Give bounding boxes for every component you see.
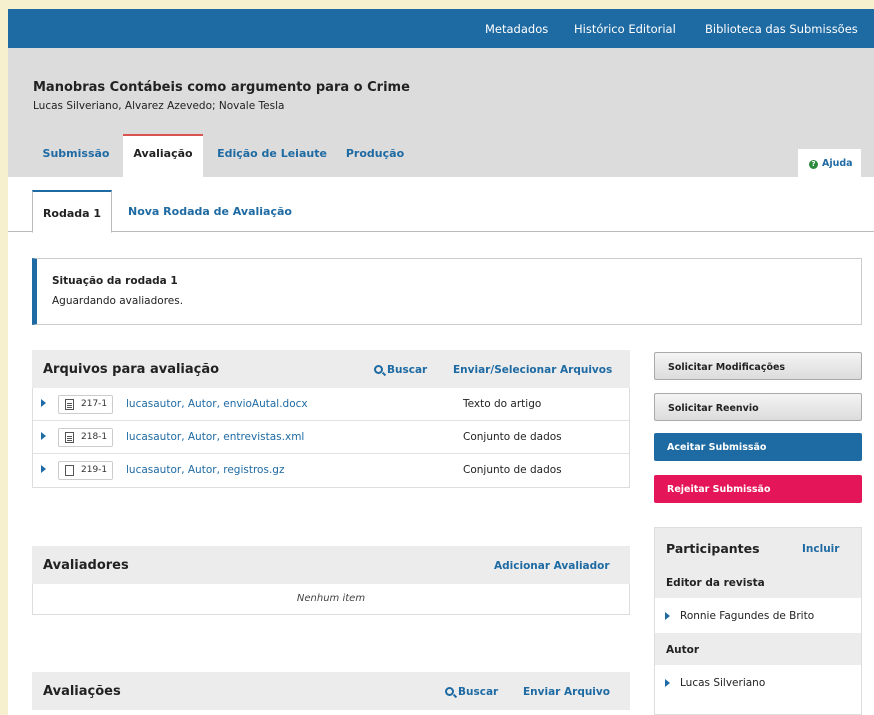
document-icon (65, 399, 74, 410)
reviewers-header: Avaliadores Adicionar Avaliador (32, 546, 630, 584)
nav-library-link[interactable]: Biblioteca das Submissões (705, 22, 858, 36)
top-nav-bar: Metadados Histórico Editorial Biblioteca… (8, 9, 874, 48)
round-status-text: Aguardando avaliadores. (52, 295, 184, 307)
help-icon: ? (809, 160, 818, 169)
empty-list-message: Nenhum item (296, 593, 366, 604)
expand-arrow-icon[interactable] (41, 465, 46, 473)
file-name-link[interactable]: lucasautor, Autor, envioAutal.docx (126, 398, 308, 410)
tab-production[interactable]: Produção (338, 134, 412, 177)
file-id-badge: 219-1 (58, 461, 114, 480)
file-name-link[interactable]: lucasautor, Autor, registros.gz (126, 464, 284, 476)
round-status-box: Situação da rodada 1 Aguardando avaliado… (32, 258, 862, 325)
review-files-header: Arquivos para avaliação Buscar Enviar/Se… (32, 350, 630, 388)
request-revisions-button[interactable]: Solicitar Modificações (654, 352, 862, 380)
participants-panel: Participantes Incluir Editor da revista … (654, 527, 862, 715)
nav-metadata-link[interactable]: Metadados (485, 22, 548, 36)
upload-select-files-link[interactable]: Enviar/Selecionar Arquivos (453, 364, 612, 376)
search-icon (445, 687, 454, 696)
file-row: 217-1 lucasautor, Autor, envioAutal.docx… (33, 388, 629, 421)
file-id: 217-1 (81, 399, 108, 409)
participant-name: Ronnie Fagundes de Brito (680, 610, 815, 622)
add-participant-link[interactable]: Incluir (802, 543, 839, 555)
reviews-header: Avaliações Buscar Enviar Arquivo (32, 672, 630, 710)
round-status-heading: Situação da rodada 1 (52, 275, 178, 287)
upload-file-link[interactable]: Enviar Arquivo (523, 686, 610, 698)
file-type: Conjunto de dados (463, 431, 562, 443)
tab-submission[interactable]: Submissão (34, 134, 118, 177)
reviewers-title: Avaliadores (43, 558, 129, 573)
decline-submission-button[interactable]: Rejeitar Submissão (654, 475, 862, 503)
participant-item[interactable]: Ronnie Fagundes de Brito (655, 598, 861, 633)
new-review-round-link[interactable]: Nova Rodada de Avaliação (128, 190, 292, 232)
file-icon (65, 465, 74, 476)
search-label: Buscar (458, 686, 499, 698)
document-icon (65, 432, 74, 443)
reviews-search-link[interactable]: Buscar (445, 686, 498, 698)
submission-header: Manobras Contábeis como argumento para o… (8, 48, 874, 177)
file-type: Texto do artigo (463, 398, 542, 410)
reviewers-panel: Avaliadores Adicionar Avaliador Nenhum i… (32, 546, 630, 615)
file-id-badge: 217-1 (58, 395, 114, 414)
review-files-panel: Arquivos para avaliação Buscar Enviar/Se… (32, 350, 630, 488)
tab-round-1[interactable]: Rodada 1 (32, 190, 112, 233)
review-files-search-link[interactable]: Buscar (374, 364, 427, 376)
file-id-badge: 218-1 (58, 428, 114, 447)
expand-arrow-icon (665, 679, 670, 687)
file-name-link[interactable]: lucasautor, Autor, entrevistas.xml (126, 431, 304, 443)
expand-arrow-icon (665, 612, 670, 620)
help-button[interactable]: ? Ajuda (798, 149, 861, 177)
nav-history-link[interactable]: Histórico Editorial (574, 22, 676, 36)
tab-review[interactable]: Avaliação (123, 134, 203, 177)
participant-role: Autor (655, 633, 861, 665)
participant-item[interactable]: Lucas Silveriano (655, 665, 861, 700)
app-frame: Metadados Histórico Editorial Biblioteca… (8, 9, 874, 715)
reviewers-list: Nenhum item (32, 584, 630, 615)
accept-submission-button[interactable]: Aceitar Submissão (654, 433, 862, 461)
submission-title: Manobras Contábeis como argumento para o… (33, 80, 410, 95)
submission-authors: Lucas Silveriano, Alvarez Azevedo; Noval… (33, 100, 285, 112)
review-round-tabs: Rodada 1 Nova Rodada de Avaliação (8, 189, 874, 233)
review-files-title: Arquivos para avaliação (43, 362, 220, 377)
file-id: 218-1 (81, 432, 108, 442)
file-row: 218-1 lucasautor, Autor, entrevistas.xml… (33, 421, 629, 454)
reviews-panel: Avaliações Buscar Enviar Arquivo (32, 672, 630, 710)
search-icon (374, 365, 383, 374)
participants-header: Participantes Incluir (655, 528, 861, 566)
participant-role: Editor da revista (655, 566, 861, 598)
reviews-title: Avaliações (43, 684, 121, 699)
participant-name: Lucas Silveriano (680, 677, 766, 689)
file-id: 219-1 (81, 465, 108, 475)
expand-arrow-icon[interactable] (41, 399, 46, 407)
add-reviewer-link[interactable]: Adicionar Avaliador (494, 560, 610, 572)
help-label: Ajuda (822, 158, 853, 169)
expand-arrow-icon[interactable] (41, 432, 46, 440)
file-type: Conjunto de dados (463, 464, 562, 476)
participants-title: Participantes (666, 541, 760, 556)
tab-copyediting[interactable]: Edição de Leiaute (208, 134, 336, 177)
review-files-list: 217-1 lucasautor, Autor, envioAutal.docx… (32, 388, 630, 488)
resubmit-button[interactable]: Solicitar Reenvio (654, 393, 862, 421)
search-label: Buscar (387, 364, 428, 376)
file-row: 219-1 lucasautor, Autor, registros.gz Co… (33, 454, 629, 487)
